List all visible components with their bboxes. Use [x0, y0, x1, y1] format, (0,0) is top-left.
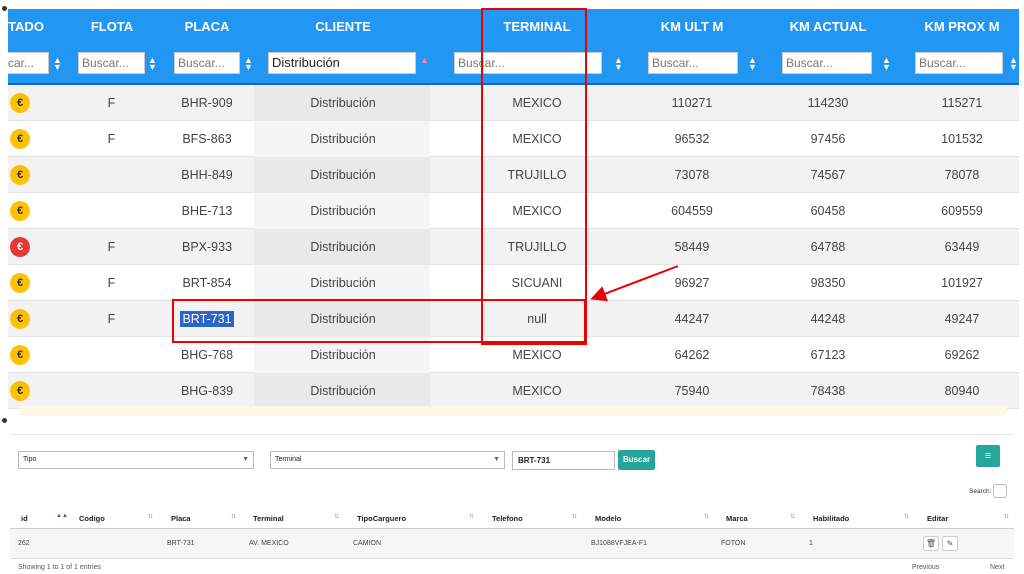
arrow-icon [590, 265, 679, 302]
th-terminal[interactable]: Terminal [253, 514, 284, 523]
cell-terminal: AV. MEXICO [249, 540, 289, 547]
screenshot-stage: TADO FLOTA PLACA CLIENTE TERMINAL KM ULT… [0, 0, 1024, 574]
th-marca[interactable]: Marca [726, 514, 748, 523]
sort-icon[interactable]: ⇅ [231, 513, 236, 520]
th-id[interactable]: id [21, 514, 28, 523]
sort-icon[interactable]: ⇅ [790, 513, 795, 520]
plate-search-input[interactable]: BRT-731 [512, 451, 615, 470]
trash-icon: 🗑 [925, 539, 937, 548]
sort-icon[interactable]: ⇅ [904, 513, 909, 520]
cell-placa: BRT-731 [167, 540, 195, 547]
tipo-select-value: Tipo [23, 456, 37, 463]
sort-icon[interactable]: ⇅ [1004, 513, 1009, 520]
table-search-input[interactable] [993, 484, 1007, 498]
th-placa[interactable]: Placa [171, 514, 191, 523]
sort-asc-icon[interactable]: ▲▲ [56, 513, 68, 519]
prev-page-button[interactable]: Previous [912, 564, 939, 571]
divider [10, 434, 1014, 435]
cell-id: 262 [18, 540, 30, 547]
cell-marca: FOTON [721, 540, 746, 547]
cell-habilitado: 1 [809, 540, 813, 547]
delete-button[interactable]: 🗑 [923, 536, 939, 551]
terminal-select-value: Terminal [275, 456, 302, 463]
buscar-button[interactable]: Buscar [618, 450, 655, 470]
th-habilitado[interactable]: Habilitado [813, 514, 849, 523]
th-tipo-carguero[interactable]: TipoCarguero [357, 514, 406, 523]
next-page-button[interactable]: Next [990, 564, 1004, 571]
tipo-select[interactable]: Tipo ▼ [18, 451, 254, 469]
entries-info: Showing 1 to 1 of 1 entries [18, 564, 101, 571]
th-editar[interactable]: Editar [927, 514, 948, 523]
sort-icon[interactable]: ⇅ [572, 513, 577, 520]
chevron-down-icon: ▼ [242, 456, 249, 463]
cell-modelo: BJ1088VFJEA-F1 [591, 540, 648, 547]
search-label: Search: [969, 488, 992, 495]
table-row[interactable] [10, 529, 1014, 559]
sort-icon[interactable]: ⇅ [704, 513, 709, 520]
menu-icon: ≡ [984, 450, 992, 462]
list-menu-button[interactable]: ≡ [976, 445, 1000, 467]
sort-icon[interactable]: ⇅ [334, 513, 339, 520]
th-modelo[interactable]: Modelo [595, 514, 621, 523]
terminal-select[interactable]: Terminal ▼ [270, 451, 505, 469]
edit-button[interactable]: ✎ [942, 536, 958, 551]
pencil-icon: ✎ [946, 539, 954, 548]
th-telefono[interactable]: Telefono [492, 514, 523, 523]
vehicle-search-panel: Tipo ▼ Terminal ▼ BRT-731 Buscar ≡ Searc… [10, 436, 1019, 574]
chevron-down-icon: ▼ [493, 456, 500, 463]
sort-icon[interactable]: ⇅ [148, 513, 153, 520]
cell-tipo: CAMION [353, 540, 381, 547]
sort-icon[interactable]: ⇅ [469, 513, 474, 520]
th-codigo[interactable]: Codigo [79, 514, 105, 523]
